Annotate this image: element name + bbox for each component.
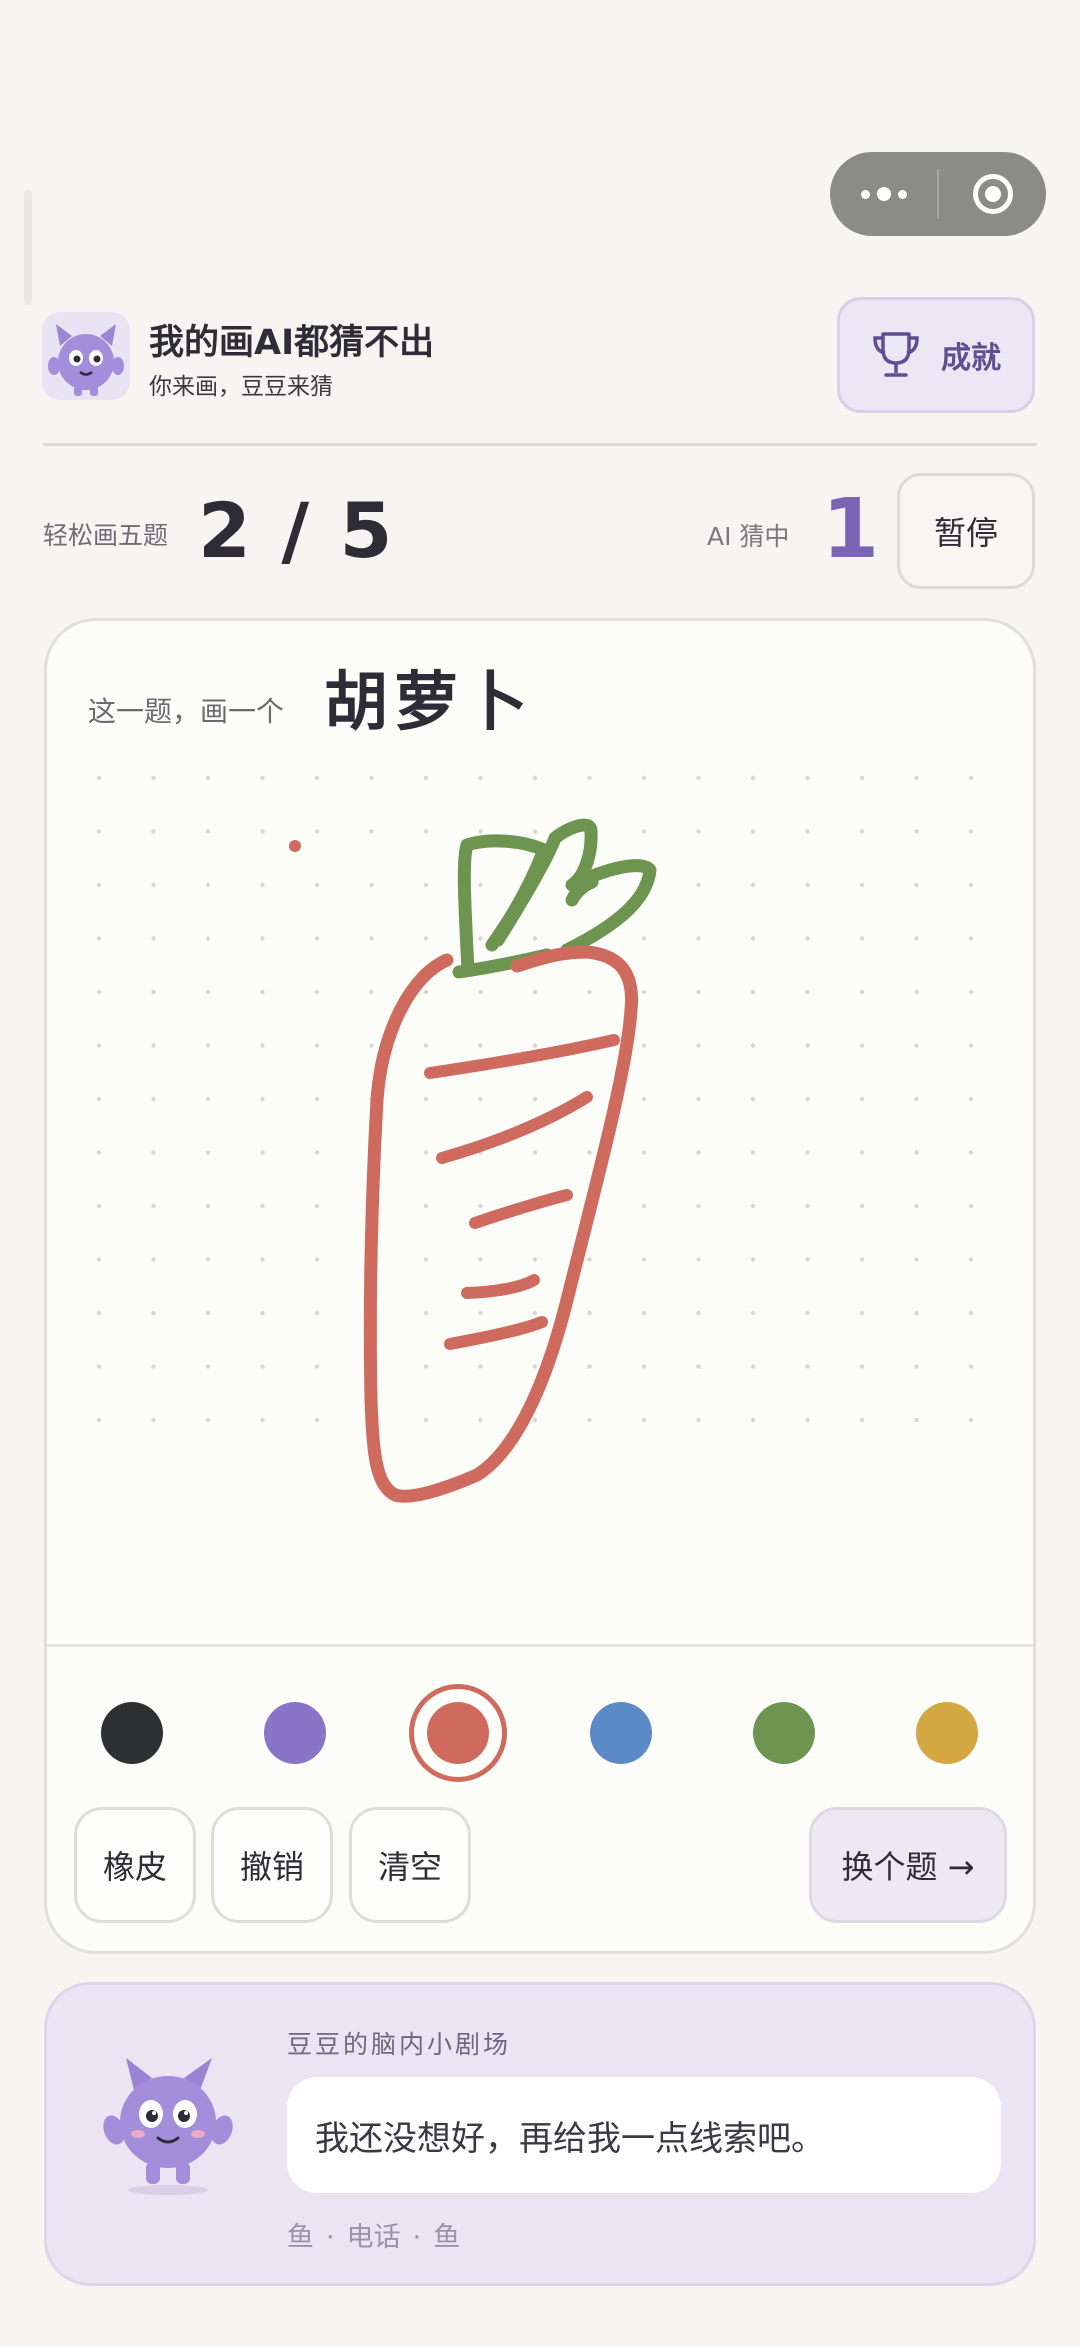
prompt-word: 胡萝卜: [324, 666, 534, 740]
pause-button[interactable]: 暂停: [897, 473, 1035, 589]
prompt-label: 这一题，画一个: [88, 695, 285, 728]
close-target-icon: [972, 174, 1013, 214]
app-avatar: [42, 312, 130, 400]
clear-button[interactable]: 清空: [349, 1807, 471, 1923]
achievements-label: 成就: [941, 341, 1001, 376]
undo-button[interactable]: 撤销: [211, 1807, 333, 1923]
achievements-button[interactable]: 成就: [837, 297, 1035, 413]
app-title: 我的画AI都猜不出: [149, 323, 435, 363]
speech-bubble: 我还没想好，再给我一点线索吧。: [287, 2077, 1001, 2193]
more-button[interactable]: [830, 152, 937, 236]
hint-item: 鱼: [433, 2222, 461, 2253]
miniprogram-capsule: [830, 152, 1046, 236]
trophy-icon: [873, 332, 919, 377]
ai-guessed-label: AI 猜中: [707, 522, 790, 551]
color-swatch-yellow[interactable]: [916, 1702, 978, 1764]
side-scroll-indicator: [24, 190, 32, 305]
guess-hints: 鱼 · 电话 · 鱼: [287, 2222, 461, 2253]
color-swatch-blue[interactable]: [590, 1702, 652, 1764]
carrot-drawing: [289, 818, 657, 1503]
hint-item: 电话: [346, 2222, 401, 2253]
round-progress: 2 / 5: [198, 486, 395, 575]
next-question-button[interactable]: 换个题 →: [809, 1807, 1007, 1923]
level-label: 轻松画五题: [43, 521, 169, 550]
thought-title: 豆豆的脑内小剧场: [287, 2030, 512, 2059]
ai-guessed-count: 1: [822, 482, 880, 577]
speech-message: 我还没想好，再给我一点线索吧。: [315, 2118, 825, 2159]
toolbar-divider: [47, 1644, 1033, 1647]
drawing-canvas[interactable]: [47, 740, 1033, 1645]
app-subtitle: 你来画，豆豆来猜: [149, 374, 333, 400]
color-swatch-purple[interactable]: [264, 1702, 326, 1764]
color-swatch-green[interactable]: [753, 1702, 815, 1764]
header-divider: [43, 443, 1037, 446]
color-swatch-black[interactable]: [101, 1702, 163, 1764]
eraser-button[interactable]: 橡皮: [74, 1807, 196, 1923]
close-button[interactable]: [939, 152, 1046, 236]
mascot-icon: [103, 2058, 233, 2195]
color-swatch-red[interactable]: [427, 1702, 489, 1764]
hint-item: 鱼: [287, 2222, 314, 2253]
more-dots-icon: [860, 187, 907, 201]
mascot-avatar-icon: [48, 324, 124, 396]
